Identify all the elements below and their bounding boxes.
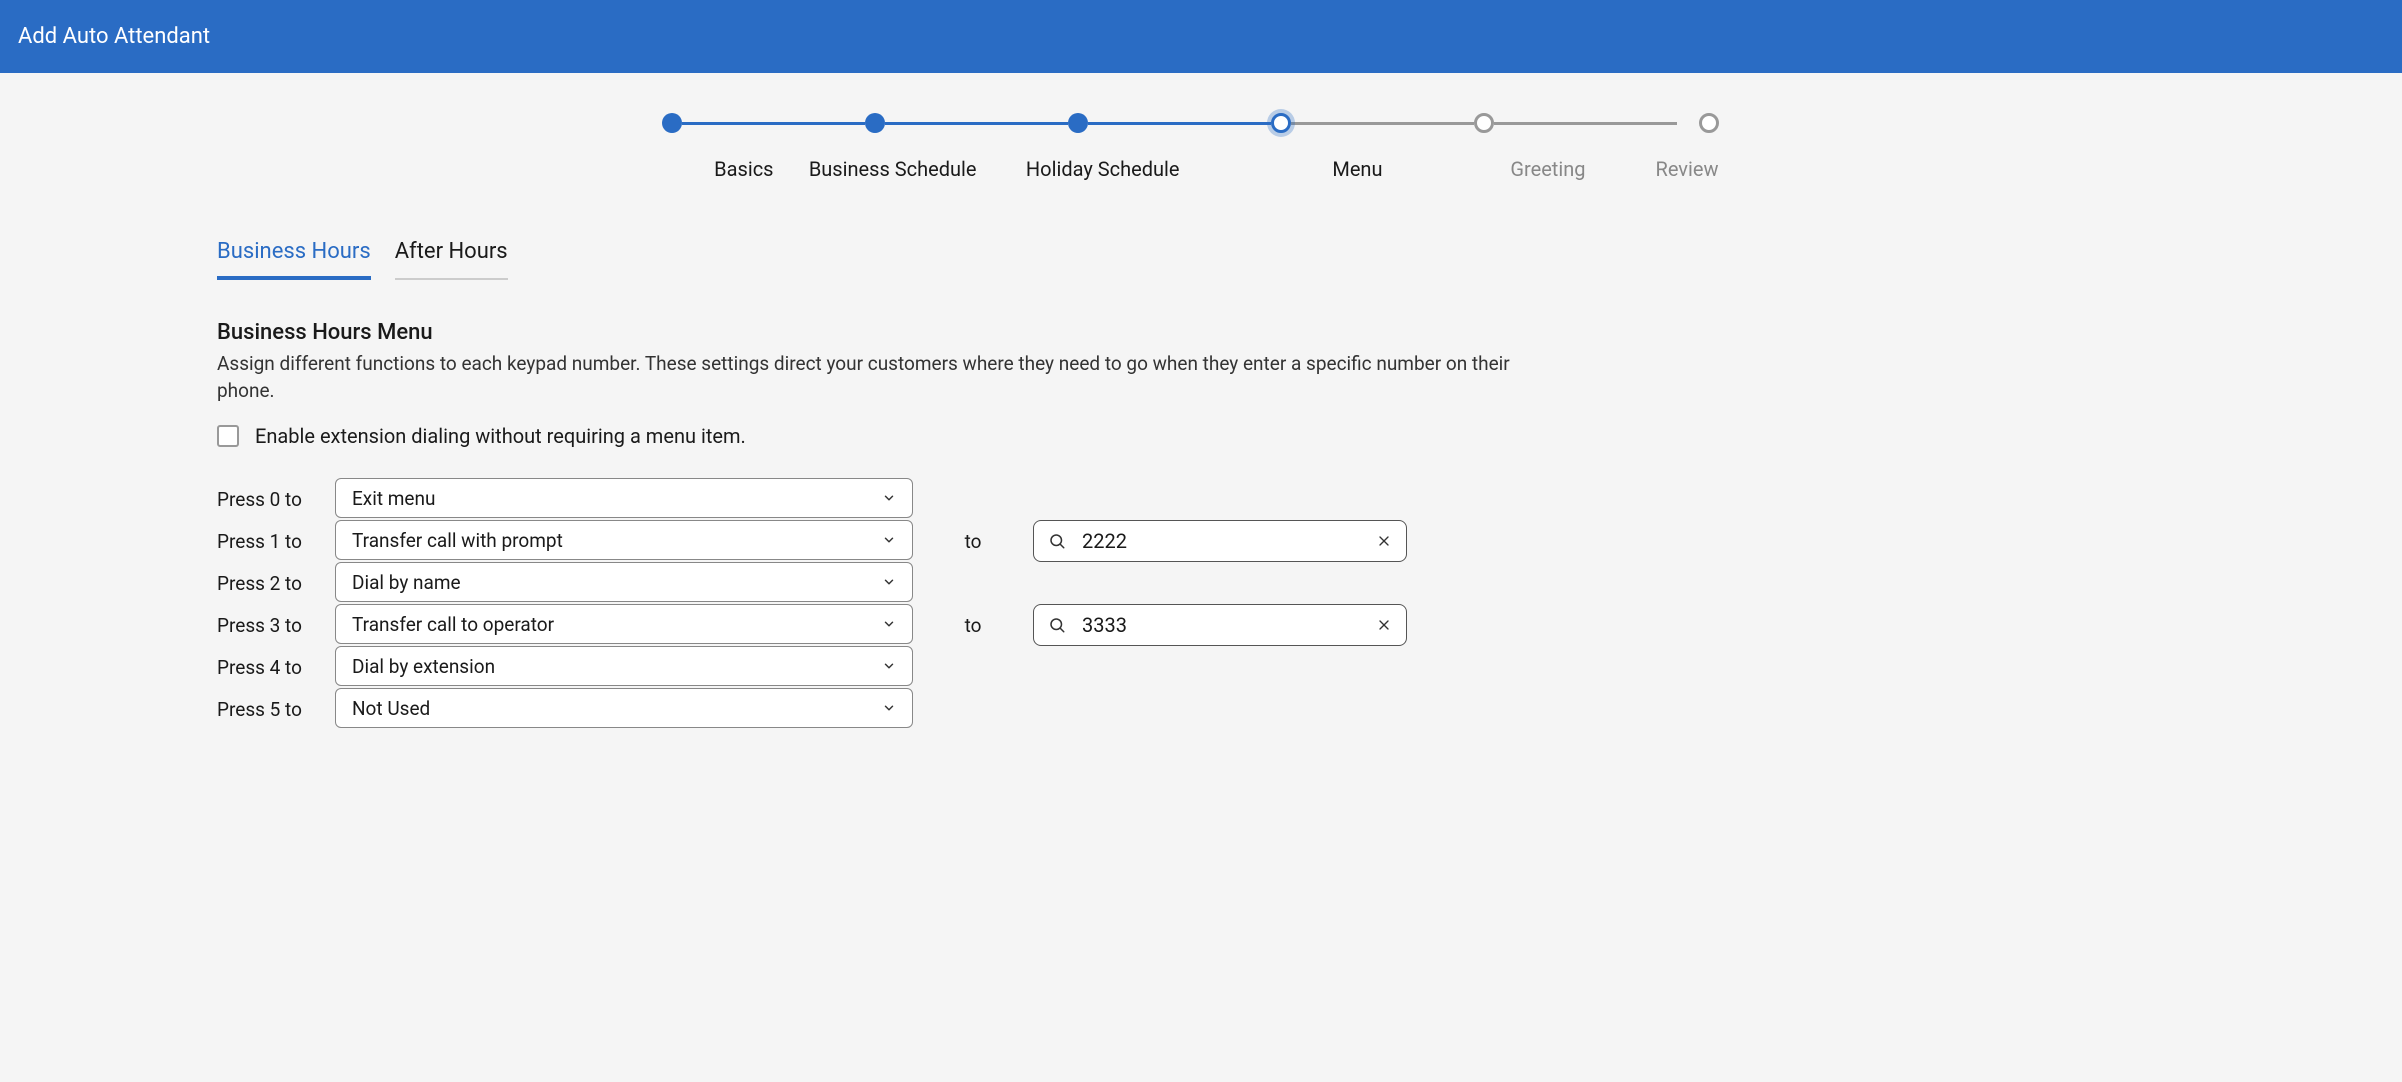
dropdown-value: Dial by name	[352, 571, 461, 594]
step-connector	[682, 122, 865, 125]
page-header: Add Auto Attendant	[0, 0, 2402, 73]
dropdown-value: Exit menu	[352, 487, 435, 510]
step-connector	[1291, 122, 1474, 125]
target-value: 3333	[1082, 613, 1360, 637]
step-circle	[1068, 113, 1088, 133]
press-label: Press 2 to	[217, 572, 335, 595]
section-title: Business Hours Menu	[217, 320, 1560, 345]
chevron-down-icon	[882, 701, 896, 715]
step-connector	[1494, 122, 1677, 125]
page-title: Add Auto Attendant	[18, 24, 210, 49]
menu-row-0: Press 0 to Exit menu	[217, 478, 1560, 520]
step-label: Business Schedule	[809, 157, 977, 181]
search-icon	[1048, 532, 1066, 550]
step-circle	[662, 113, 682, 133]
menu-rows: Press 0 to Exit menu Press 1 to Transfer ca…	[217, 478, 1560, 730]
clear-icon[interactable]	[1376, 617, 1392, 633]
action-dropdown-2[interactable]: Dial by name	[335, 562, 913, 602]
tabs: Business Hours After Hours	[217, 231, 1560, 280]
press-label: Press 3 to	[217, 614, 335, 637]
target-input-1[interactable]: 2222	[1033, 520, 1407, 562]
extension-dialing-label: Enable extension dialing without requiri…	[255, 424, 746, 448]
tab-after-hours[interactable]: After Hours	[395, 231, 508, 280]
chevron-down-icon	[882, 533, 896, 547]
search-icon	[1048, 616, 1066, 634]
dropdown-value: Transfer call with prompt	[352, 529, 563, 552]
chevron-down-icon	[882, 659, 896, 673]
step-label: Holiday Schedule	[1026, 157, 1180, 181]
chevron-down-icon	[882, 575, 896, 589]
section-description: Assign different functions to each keypa…	[217, 351, 1560, 404]
step-greeting[interactable]: Greeting	[1474, 113, 1677, 181]
menu-row-5: Press 5 to Not Used	[217, 688, 1560, 730]
target-input-3[interactable]: 3333	[1033, 604, 1407, 646]
dropdown-value: Dial by extension	[352, 655, 495, 678]
step-circle	[865, 113, 885, 133]
press-label: Press 1 to	[217, 530, 335, 553]
to-label: to	[913, 614, 1033, 637]
press-label: Press 0 to	[217, 488, 335, 511]
action-dropdown-3[interactable]: Transfer call to operator	[335, 604, 913, 644]
to-label: to	[913, 530, 1033, 553]
step-connector	[885, 122, 1068, 125]
step-circle	[1474, 113, 1494, 133]
action-dropdown-0[interactable]: Exit menu	[335, 478, 913, 518]
menu-row-2: Press 2 to Dial by name	[217, 562, 1560, 604]
step-label: Greeting	[1510, 157, 1585, 181]
step-holiday-schedule[interactable]: Holiday Schedule	[1068, 113, 1271, 181]
chevron-down-icon	[882, 491, 896, 505]
menu-row-4: Press 4 to Dial by extension	[217, 646, 1560, 688]
extension-dialing-checkbox[interactable]	[217, 425, 239, 447]
tab-business-hours[interactable]: Business Hours	[217, 231, 371, 280]
step-label: Review	[1656, 157, 1719, 181]
step-label: Menu	[1332, 157, 1382, 181]
extension-dialing-row: Enable extension dialing without requiri…	[217, 424, 1560, 448]
menu-row-3: Press 3 to Transfer call to operator to 333…	[217, 604, 1560, 646]
step-label: Basics	[714, 157, 773, 181]
action-dropdown-1[interactable]: Transfer call with prompt	[335, 520, 913, 560]
step-circle	[1699, 113, 1719, 133]
press-label: Press 4 to	[217, 656, 335, 679]
step-review[interactable]: Review	[1677, 113, 1740, 181]
target-value: 2222	[1082, 529, 1360, 553]
dropdown-value: Not Used	[352, 697, 430, 720]
menu-row-1: Press 1 to Transfer call with prompt to 222…	[217, 520, 1560, 562]
action-dropdown-5[interactable]: Not Used	[335, 688, 913, 728]
press-label: Press 5 to	[217, 698, 335, 721]
step-menu[interactable]: Menu	[1271, 113, 1474, 181]
step-connector	[1088, 122, 1271, 125]
wizard-stepper: Basics Business Schedule Holiday Schedule M…	[0, 73, 2402, 211]
step-circle	[1271, 113, 1291, 133]
chevron-down-icon	[882, 617, 896, 631]
dropdown-value: Transfer call to operator	[352, 613, 554, 636]
action-dropdown-4[interactable]: Dial by extension	[335, 646, 913, 686]
clear-icon[interactable]	[1376, 533, 1392, 549]
